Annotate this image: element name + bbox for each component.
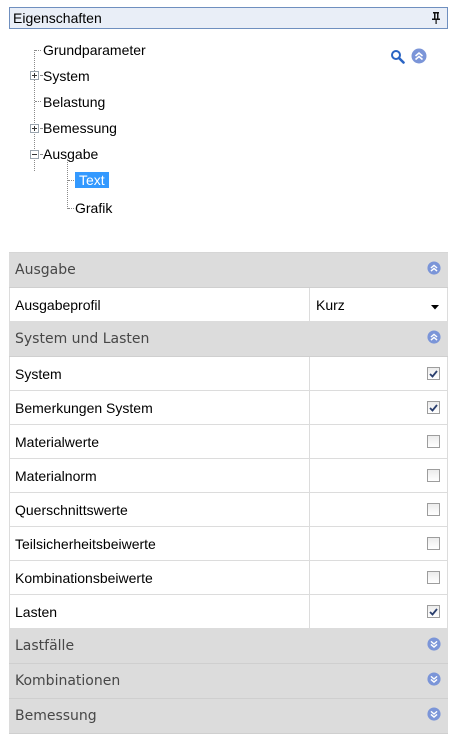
pin-icon[interactable]: [428, 10, 444, 26]
property-row: System: [9, 357, 448, 391]
property-grid: Ausgabe Ausgabeprofil Kurz System und La…: [9, 252, 448, 734]
checkbox[interactable]: [427, 605, 440, 618]
property-row: Bemerkungen System: [9, 391, 448, 425]
collapse-all-icon[interactable]: [411, 48, 427, 64]
property-value: [310, 595, 447, 628]
chevron-down-icon[interactable]: [431, 297, 439, 313]
panel-title: Eigenschaften: [13, 10, 102, 26]
category-ausgabe[interactable]: Ausgabe: [9, 253, 448, 288]
ausgabeprofil-dropdown[interactable]: Kurz: [310, 288, 447, 321]
property-row: Teilsicherheitsbeiwerte: [9, 527, 448, 561]
checkbox[interactable]: [427, 367, 440, 380]
tree-item-belastung[interactable]: Belastung: [43, 91, 105, 113]
property-name: Kombinationsbeiwerte: [10, 561, 310, 594]
category-system-und-lasten[interactable]: System und Lasten: [9, 322, 448, 357]
category-lastfaelle[interactable]: Lastfälle: [9, 629, 448, 664]
property-name: Materialwerte: [10, 425, 310, 458]
property-value: [310, 527, 447, 560]
tree-item-bemessung[interactable]: Bemessung: [43, 117, 117, 139]
checkbox[interactable]: [427, 435, 440, 448]
property-name: Teilsicherheitsbeiwerte: [10, 527, 310, 560]
checkbox[interactable]: [427, 571, 440, 584]
property-name: Ausgabeprofil: [10, 288, 310, 321]
property-name: Materialnorm: [10, 459, 310, 492]
property-value: [310, 561, 447, 594]
checkbox[interactable]: [427, 469, 440, 482]
tree-item-system[interactable]: System: [43, 65, 90, 87]
property-row: Ausgabeprofil Kurz: [9, 288, 448, 322]
property-row: Materialnorm: [9, 459, 448, 493]
tree-item-ausgabe[interactable]: Ausgabe: [43, 143, 98, 165]
property-value: [310, 493, 447, 526]
property-name: Lasten: [10, 595, 310, 628]
property-name: Bemerkungen System: [10, 391, 310, 424]
collapse-chevron-icon[interactable]: [427, 261, 441, 279]
tree-item-grafik[interactable]: Grafik: [75, 197, 112, 219]
dropdown-value: Kurz: [316, 296, 345, 313]
collapse-ausgabe-icon[interactable]: [30, 150, 39, 159]
property-row: Kombinationsbeiwerte: [9, 561, 448, 595]
expand-chevron-icon[interactable]: [427, 637, 441, 655]
property-value: [310, 391, 447, 424]
tree-toolbar: [390, 48, 427, 64]
expand-chevron-icon[interactable]: [427, 707, 441, 725]
checkbox[interactable]: [427, 503, 440, 516]
property-value: [310, 357, 447, 390]
category-bemessung[interactable]: Bemessung: [9, 699, 448, 734]
checkbox[interactable]: [427, 401, 440, 414]
search-icon[interactable]: [390, 49, 405, 64]
property-row: Querschnittswerte: [9, 493, 448, 527]
category-kombinationen[interactable]: Kombinationen: [9, 664, 448, 699]
tree-item-grundparameter[interactable]: Grundparameter: [43, 39, 146, 61]
tree-item-text[interactable]: Text: [75, 169, 109, 191]
panel-header: Eigenschaften: [9, 7, 448, 29]
expand-chevron-icon[interactable]: [427, 672, 441, 690]
property-row: Lasten: [9, 595, 448, 629]
property-row: Materialwerte: [9, 425, 448, 459]
property-name: System: [10, 357, 310, 390]
navigation-tree: Grundparameter System Belastung Bemessun…: [18, 30, 318, 220]
property-name: Querschnittswerte: [10, 493, 310, 526]
checkbox[interactable]: [427, 537, 440, 550]
expand-bemessung-icon[interactable]: [30, 124, 39, 133]
property-value: [310, 459, 447, 492]
property-value: [310, 425, 447, 458]
collapse-chevron-icon[interactable]: [427, 330, 441, 348]
expand-system-icon[interactable]: [30, 71, 39, 80]
